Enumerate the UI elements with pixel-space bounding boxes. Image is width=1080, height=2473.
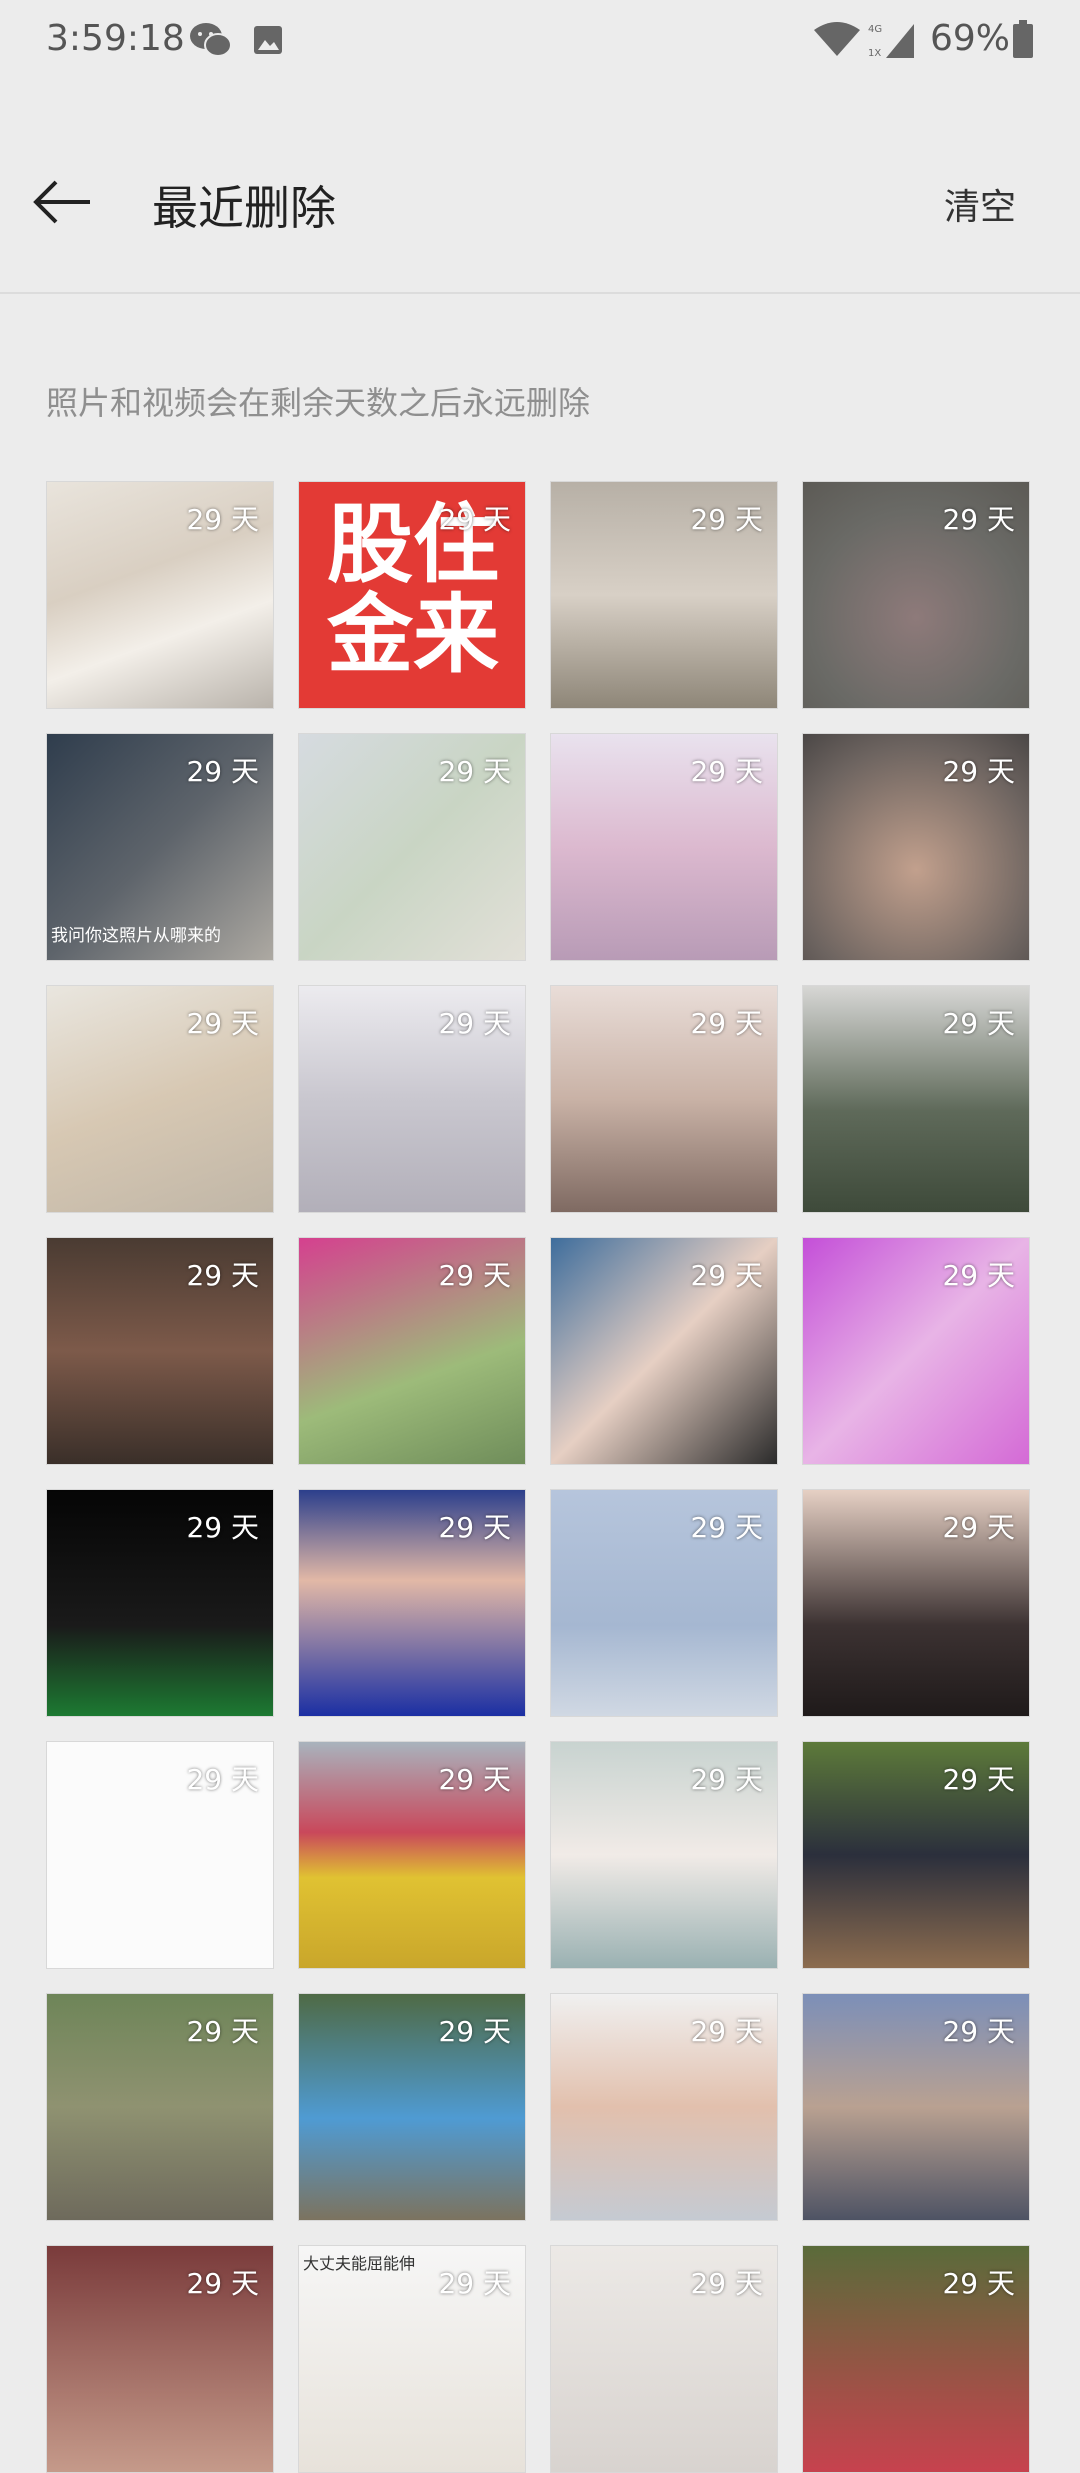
back-arrow-icon[interactable] bbox=[30, 178, 94, 226]
network-type-top: 4G bbox=[868, 24, 882, 35]
days-remaining-label: 29 天 bbox=[438, 1007, 511, 1040]
days-remaining-label: 29 天 bbox=[690, 755, 763, 788]
photo-thumbnail[interactable]: 29 天 bbox=[550, 733, 778, 961]
photo-thumbnail[interactable]: 29 天 bbox=[298, 1993, 526, 2221]
photo-thumbnail[interactable]: 29 天 bbox=[802, 1741, 1030, 1969]
photo-thumbnail[interactable]: 股住金来 29 天 bbox=[298, 481, 526, 709]
days-remaining-label: 29 天 bbox=[690, 1511, 763, 1544]
battery-percent: 69% bbox=[930, 18, 1011, 59]
clear-button[interactable]: 清空 bbox=[944, 178, 1016, 230]
days-remaining-label: 29 天 bbox=[690, 1763, 763, 1796]
photo-thumbnail[interactable]: 29 天 bbox=[298, 733, 526, 961]
days-remaining-label: 29 天 bbox=[942, 1259, 1015, 1292]
days-remaining-label: 29 天 bbox=[690, 1007, 763, 1040]
status-time: 3:59:18 bbox=[46, 18, 185, 59]
wifi-icon bbox=[814, 22, 860, 56]
photo-caption: 大丈夫能屈能伸 bbox=[303, 2254, 416, 2273]
photo-thumbnail[interactable]: 29 天 bbox=[550, 1489, 778, 1717]
photo-thumbnail[interactable]: 29 天 bbox=[46, 2245, 274, 2473]
days-remaining-label: 29 天 bbox=[438, 1259, 511, 1292]
days-remaining-label: 29 天 bbox=[186, 1259, 259, 1292]
days-remaining-label: 29 天 bbox=[186, 1511, 259, 1544]
days-remaining-label: 29 天 bbox=[942, 1763, 1015, 1796]
days-remaining-label: 29 天 bbox=[186, 1763, 259, 1796]
photo-thumbnail[interactable]: 29 天 bbox=[802, 1489, 1030, 1717]
photo-thumbnail[interactable]: 29 天 bbox=[802, 1237, 1030, 1465]
photo-thumbnail[interactable]: 29 天 bbox=[46, 481, 274, 709]
photo-thumbnail[interactable]: 29 天 bbox=[802, 733, 1030, 961]
days-remaining-label: 29 天 bbox=[690, 2267, 763, 2300]
photo-thumbnail[interactable]: 29 天 bbox=[298, 985, 526, 1213]
days-remaining-label: 29 天 bbox=[438, 1763, 511, 1796]
days-remaining-label: 29 天 bbox=[438, 1511, 511, 1544]
status-bar: 3:59:18 4G 1X 69% bbox=[0, 0, 1080, 80]
signal-icon: 4G 1X bbox=[868, 24, 914, 59]
days-remaining-label: 29 天 bbox=[186, 1007, 259, 1040]
days-remaining-label: 29 天 bbox=[942, 2267, 1015, 2300]
photo-thumbnail[interactable]: 29 天 bbox=[550, 481, 778, 709]
days-remaining-label: 29 天 bbox=[942, 503, 1015, 536]
photo-thumbnail[interactable]: 29 天 bbox=[46, 1489, 274, 1717]
days-remaining-label: 29 天 bbox=[942, 755, 1015, 788]
days-remaining-label: 29 天 bbox=[942, 1511, 1015, 1544]
battery-icon bbox=[1013, 20, 1033, 58]
photo-thumbnail[interactable]: 29 天 bbox=[550, 1237, 778, 1465]
photo-thumbnail[interactable]: 29 天 bbox=[550, 985, 778, 1213]
days-remaining-label: 29 天 bbox=[690, 503, 763, 536]
days-remaining-label: 29 天 bbox=[942, 2015, 1015, 2048]
photo-thumbnail[interactable]: 29 天 bbox=[46, 1237, 274, 1465]
app-bar: 最近删除 清空 bbox=[0, 130, 1080, 280]
days-remaining-label: 29 天 bbox=[186, 2267, 259, 2300]
network-type-bottom: 1X bbox=[868, 48, 881, 59]
header-divider bbox=[0, 292, 1080, 294]
photo-thumbnail[interactable]: 29 天 bbox=[802, 481, 1030, 709]
days-remaining-label: 29 天 bbox=[438, 503, 511, 536]
days-remaining-label: 29 天 bbox=[186, 755, 259, 788]
photo-thumbnail[interactable]: 29 天 bbox=[550, 2245, 778, 2473]
photo-thumbnail[interactable]: 29 天 bbox=[298, 1237, 526, 1465]
photo-thumbnail[interactable]: 29 天 bbox=[46, 985, 274, 1213]
photo-thumbnail[interactable]: 29 天 bbox=[802, 985, 1030, 1213]
photo-thumbnail[interactable]: 我问你这照片从哪来的 29 天 bbox=[46, 733, 274, 961]
days-remaining-label: 29 天 bbox=[690, 2015, 763, 2048]
days-remaining-label: 29 天 bbox=[438, 755, 511, 788]
photo-thumbnail[interactable]: 29 天 bbox=[550, 1741, 778, 1969]
photo-grid: 29 天 股住金来 29 天 29 天 29 天 我问你这照片从哪来的 29 天 2… bbox=[46, 481, 1030, 2473]
photo-thumbnail[interactable]: 29 天 bbox=[46, 1993, 274, 2221]
days-remaining-label: 29 天 bbox=[186, 2015, 259, 2048]
gallery-icon bbox=[254, 26, 282, 54]
photo-thumbnail[interactable]: 29 天 bbox=[550, 1993, 778, 2221]
photo-thumbnail[interactable]: 29 天 bbox=[802, 1993, 1030, 2221]
days-remaining-label: 29 天 bbox=[438, 2267, 511, 2300]
photo-thumbnail[interactable]: 29 天 bbox=[298, 1741, 526, 1969]
photo-thumbnail[interactable]: 大丈夫能屈能伸 29 天 bbox=[298, 2245, 526, 2473]
photo-thumbnail[interactable]: 29 天 bbox=[46, 1741, 274, 1969]
days-remaining-label: 29 天 bbox=[690, 1259, 763, 1292]
deletion-notice: 照片和视频会在剩余天数之后永远删除 bbox=[46, 384, 591, 422]
days-remaining-label: 29 天 bbox=[186, 503, 259, 536]
photo-thumbnail[interactable]: 29 天 bbox=[802, 2245, 1030, 2473]
wechat-icon bbox=[190, 23, 232, 57]
days-remaining-label: 29 天 bbox=[438, 2015, 511, 2048]
photo-caption: 我问你这照片从哪来的 bbox=[51, 926, 221, 946]
page-title: 最近删除 bbox=[152, 181, 336, 235]
photo-thumbnail[interactable]: 29 天 bbox=[298, 1489, 526, 1717]
days-remaining-label: 29 天 bbox=[942, 1007, 1015, 1040]
